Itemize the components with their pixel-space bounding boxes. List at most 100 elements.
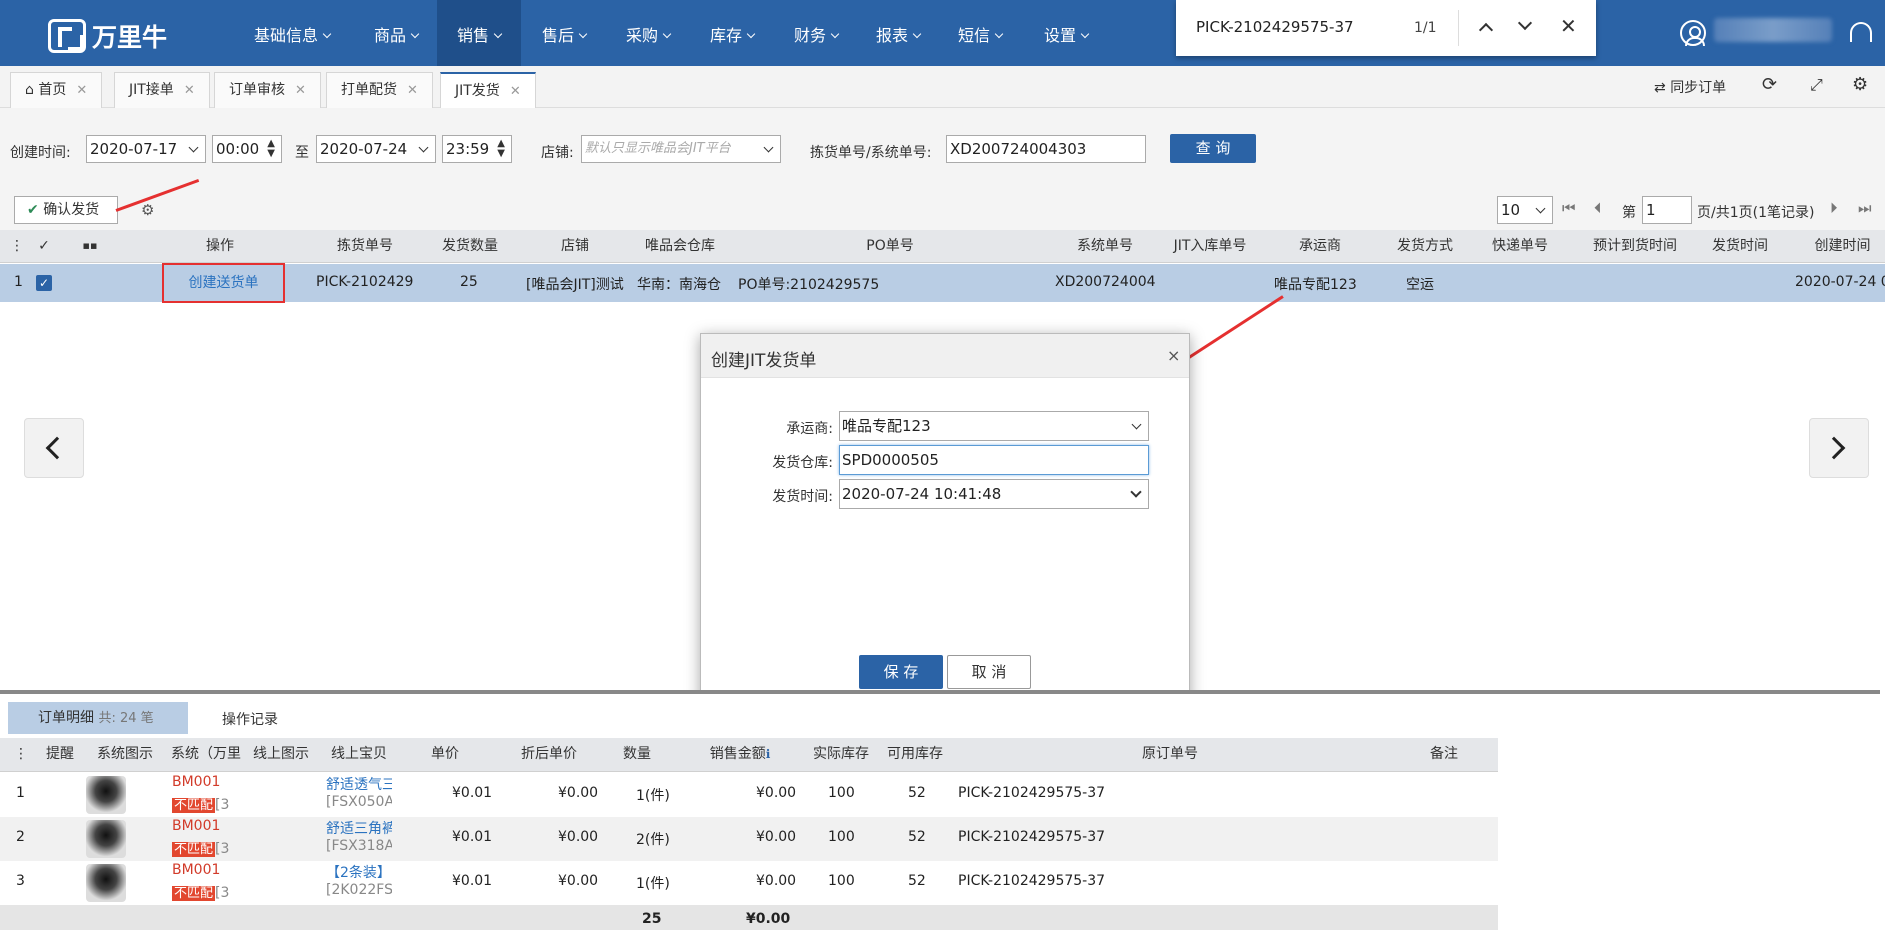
product-thumbnail[interactable] [86,820,126,858]
col-actual-stock[interactable]: 实际库存 [808,738,874,770]
nav-sales[interactable]: 销售 [437,0,521,66]
gear-icon[interactable]: ⚙ [141,201,154,219]
ship-time-select[interactable]: 2020-07-24 10:41:48 [839,479,1149,509]
col-pick-no[interactable]: 拣货单号 [310,230,420,262]
col-created[interactable]: 创建时间 [1800,230,1885,262]
headset-icon[interactable] [1850,22,1872,42]
table-row[interactable]: 1 ✓ 创建送货单 PICK-2102429 25 [唯品会JIT]测试 华南：… [0,263,1885,303]
app-logo[interactable]: 万里牛 [48,18,167,54]
date-to-select[interactable]: 2020-07-24 [316,135,436,163]
col-disc-price[interactable]: 折后单价 [514,738,584,770]
col-op[interactable]: 操作 [160,230,280,262]
query-button[interactable]: 查 询 [1170,134,1256,163]
nav-basic-info[interactable]: 基础信息 [242,0,342,66]
shop-select[interactable]: 默认只显示唯品会JIT平台 [581,135,781,163]
nav-sms[interactable]: 短信 [944,0,1016,66]
carrier-select[interactable]: 唯品专配123 [839,411,1149,441]
chevron-down-icon[interactable] [1517,15,1533,31]
next-slide-button[interactable] [1809,418,1869,478]
table-row[interactable]: 2 BM001 不匹配 [3 舒适三角裤 [FSX318A ¥0.01 ¥0.00… [0,817,1498,861]
pick-no-input[interactable]: XD200724004303 [946,135,1146,163]
close-icon[interactable]: ✕ [76,83,87,98]
grid-settings-icon[interactable]: ▪▪ [82,230,98,262]
col-orig-order[interactable]: 原订单号 [1100,738,1240,770]
close-icon[interactable]: × [1167,346,1180,365]
col-shop[interactable]: 店铺 [525,230,625,262]
nav-finance[interactable]: 财务 [780,0,852,66]
confirm-ship-button[interactable]: ✔ 确认发货 [14,196,118,224]
tab-jit-shipping[interactable]: JIT发货 ✕ [440,72,536,108]
spinner-icon[interactable]: ▲ ▼ [497,139,505,159]
col-sales-amount[interactable]: 销售金额ℹ [700,738,780,770]
nav-settings[interactable]: 设置 [1030,0,1102,66]
col-ship-mode[interactable]: 发货方式 [1380,230,1470,262]
create-delivery-link[interactable]: 创建送货单 [162,263,285,303]
product-thumbnail[interactable] [86,776,126,814]
row-checkbox[interactable]: ✓ [36,275,52,291]
user-icon[interactable] [1680,20,1706,46]
table-row[interactable]: 3 BM001 不匹配 [3 【2条装】 [2K022FS ¥0.01 ¥0.00… [0,861,1498,905]
nav-aftersales[interactable]: 售后 [528,0,600,66]
spinner-icon[interactable]: ▲ ▼ [267,139,275,159]
settings-icon[interactable]: ⚙ [1852,74,1868,95]
nav-purchase[interactable]: 采购 [612,0,684,66]
user-name-blurred[interactable] [1714,18,1832,42]
table-row[interactable]: 1 BM001 不匹配 [3 舒适透气三 [FSX050A ¥0.01 ¥0.00… [0,773,1498,817]
col-online-image[interactable]: 线上图示 [248,738,314,770]
time-from-input[interactable]: 00:00 ▲ ▼ [212,135,282,163]
tab-operation-log[interactable]: 操作记录 [222,709,278,729]
col-jit-in-no[interactable]: JIT入库单号 [1160,230,1260,262]
cancel-button[interactable]: 取 消 [947,655,1031,689]
col-express-no[interactable]: 快递单号 [1480,230,1560,262]
last-page-icon[interactable]: ⏭ [1858,199,1872,217]
nav-inventory[interactable]: 库存 [696,0,768,66]
page-size-select[interactable]: 10 [1497,196,1553,224]
col-ship-time[interactable]: 发货时间 [1700,230,1780,262]
info-icon[interactable]: ℹ [766,747,771,761]
find-input[interactable]: PICK-2102429575-37 [1196,18,1354,36]
close-icon[interactable]: ✕ [407,83,418,98]
col-vip-warehouse[interactable]: 唯品会仓库 [630,230,730,262]
sync-orders-button[interactable]: ⇄ 同步订单 [1654,77,1726,97]
close-icon[interactable]: ✕ [184,83,195,98]
time-to-input[interactable]: 23:59 ▲ ▼ [442,135,512,163]
fullscreen-icon[interactable]: ⤢ [1810,75,1823,95]
warehouse-input[interactable]: SPD0000505 [839,445,1149,475]
column-menu-icon[interactable]: ⋮ [10,230,24,262]
close-icon[interactable]: ✕ [295,83,306,98]
tab-order-detail[interactable]: 订单明细 共: 24 笔 [8,702,188,734]
tab-order-review[interactable]: 订单审核 ✕ [214,72,321,108]
col-qty[interactable]: 数量 [612,738,662,770]
first-page-icon[interactable]: ⏮ [1562,199,1576,217]
chevron-up-icon[interactable] [1478,22,1494,38]
col-sys-image[interactable]: 系统图示 [92,738,158,770]
close-icon[interactable]: ✕ [510,84,521,99]
col-carrier[interactable]: 承运商 [1270,230,1370,262]
tab-print-pick[interactable]: 打单配货 ✕ [326,72,433,108]
select-all-checkbox[interactable]: ✓ [36,230,52,262]
page-input[interactable]: 1 [1642,196,1692,224]
column-menu-icon[interactable]: ⋮ [14,738,28,770]
nav-reports[interactable]: 报表 [862,0,934,66]
refresh-icon[interactable]: ⟳ [1762,74,1777,95]
col-ship-qty[interactable]: 发货数量 [430,230,510,262]
date-from-select[interactable]: 2020-07-17 [86,135,206,163]
tab-jit-orders[interactable]: JIT接单 ✕ [114,72,210,108]
nav-products[interactable]: 商品 [360,0,432,66]
close-icon[interactable]: ✕ [1560,14,1577,38]
col-remark[interactable]: 备注 [1414,738,1474,770]
prev-slide-button[interactable] [24,418,84,478]
product-thumbnail[interactable] [86,864,126,902]
col-online-item[interactable]: 线上宝贝信 [326,738,392,770]
col-sys-no[interactable]: 系统单号 [1050,230,1160,262]
tab-home[interactable]: ⌂ 首页 ✕ [10,72,103,108]
next-page-icon[interactable]: ⏵ [1830,199,1838,217]
col-sys-item[interactable]: 系统（万里 [170,738,242,770]
col-remind[interactable]: 提醒 [42,738,78,770]
col-avail-stock[interactable]: 可用库存 [882,738,948,770]
col-price[interactable]: 单价 [420,738,470,770]
prev-page-icon[interactable]: ⏴ [1594,199,1602,217]
col-eta[interactable]: 预计到货时间 [1580,230,1690,262]
save-button[interactable]: 保 存 [859,655,943,689]
col-po-no[interactable]: PO单号 [800,230,980,262]
